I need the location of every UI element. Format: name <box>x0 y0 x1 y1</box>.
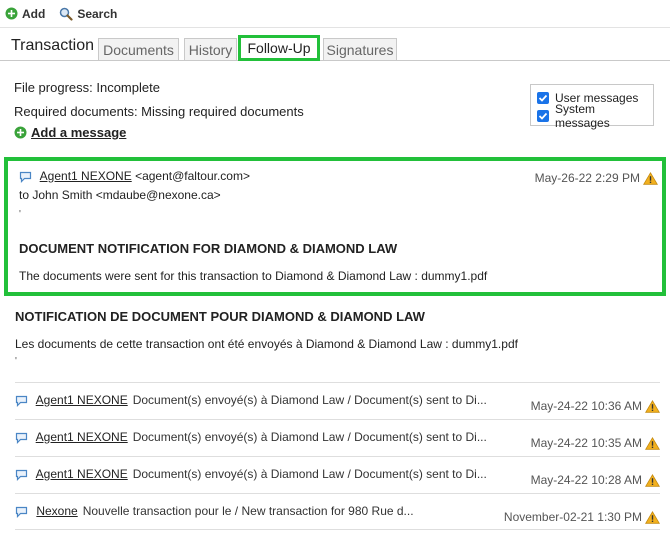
message-body-en: The documents were sent for this transac… <box>19 269 488 283</box>
message-recipient: John Smith <mdaube@nexone.ca> <box>32 188 221 202</box>
list-item-snippet: Document(s) envoyé(s) à Diamond Law / Do… <box>132 467 487 481</box>
add-icon <box>14 126 27 139</box>
list-item-summary: Nexone Nouvelle transaction pour le / New… <box>15 504 414 518</box>
search-icon <box>60 7 73 21</box>
message-date-text: May-26-22 2:29 PM <box>534 171 640 185</box>
quote-mark-end: ' <box>15 356 17 367</box>
list-item-date-text: May-24-22 10:35 AM <box>530 436 642 450</box>
tab-history[interactable]: History <box>184 38 237 60</box>
tab-divider <box>0 60 670 61</box>
checkbox-checked-icon[interactable] <box>537 92 549 104</box>
required-documents: Required documents: Missing required doc… <box>14 104 304 119</box>
checkbox-checked-icon[interactable] <box>537 110 549 122</box>
tab-follow-up[interactable]: Follow-Up <box>238 35 320 61</box>
warning-icon <box>645 473 660 487</box>
list-item-snippet: Nouvelle transaction pour le / New trans… <box>82 504 414 518</box>
message-body-fr: Les documents de cette transaction ont é… <box>15 337 518 351</box>
message-filter: User messages System messages <box>530 84 654 130</box>
toolbar: Add Search <box>0 0 670 28</box>
message-sender[interactable]: Agent1 NEXONE <box>40 169 132 183</box>
list-item-date: May-24-22 10:35 AM <box>531 436 660 450</box>
file-progress: File progress: Incomplete <box>14 80 160 95</box>
list-item-snippet: Document(s) envoyé(s) à Diamond Law / Do… <box>132 430 487 444</box>
message-sender-email: <agent@faltour.com> <box>135 169 250 183</box>
add-message-label: Add a message <box>31 125 127 140</box>
tab-bar: Transaction Documents History Follow-Up … <box>0 34 670 62</box>
list-item-sender[interactable]: Agent1 NEXONE <box>36 467 128 481</box>
search-label: Search <box>77 6 118 21</box>
message-bubble-icon <box>15 506 28 518</box>
list-item-sender[interactable]: Agent1 NEXONE <box>36 393 128 407</box>
quote-mark: ' <box>19 209 21 220</box>
list-item-date-text: May-24-22 10:28 AM <box>530 473 642 487</box>
message-bubble-icon <box>15 395 28 407</box>
to-label: to <box>19 188 30 202</box>
tab-documents[interactable]: Documents <box>98 38 179 60</box>
list-item-sender[interactable]: Nexone <box>36 504 77 518</box>
list-item[interactable]: Agent1 NEXONE Document(s) envoyé(s) à Dia… <box>15 456 660 493</box>
list-item-snippet: Document(s) envoyé(s) à Diamond Law / Do… <box>132 393 487 407</box>
search-button[interactable]: Search <box>59 7 117 21</box>
message-sender-line: Agent1 NEXONE <agent@faltour.com> <box>19 169 250 183</box>
list-item[interactable]: Agent1 NEXONE Document(s) envoyé(s) à Dia… <box>15 419 660 456</box>
warning-icon <box>645 436 660 450</box>
system-messages-filter[interactable]: System messages <box>537 102 653 130</box>
warning-icon <box>643 171 658 185</box>
message-subject-en: DOCUMENT NOTIFICATION FOR DIAMOND & DIAM… <box>19 241 398 256</box>
tab-signatures[interactable]: Signatures <box>323 38 397 60</box>
warning-icon <box>645 399 660 413</box>
expanded-message: Agent1 NEXONE <agent@faltour.com> to Joh… <box>4 157 666 296</box>
message-bubble-icon <box>15 432 28 444</box>
warning-icon <box>645 510 660 524</box>
list-item-summary: Agent1 NEXONE Document(s) envoyé(s) à Dia… <box>15 393 487 407</box>
list-item-summary: Agent1 NEXONE Document(s) envoyé(s) à Dia… <box>15 467 487 481</box>
message-bubble-icon <box>15 469 28 481</box>
add-button[interactable]: Add <box>5 7 45 21</box>
add-icon <box>5 7 18 20</box>
list-item[interactable]: Nexone Nouvelle transaction pour le / New… <box>15 493 660 530</box>
message-bubble-icon <box>19 171 32 183</box>
list-item-date: May-24-22 10:28 AM <box>531 473 660 487</box>
add-message-link[interactable]: Add a message <box>14 125 126 140</box>
message-recipient-line: to John Smith <mdaube@nexone.ca> <box>19 188 221 202</box>
list-item-date-text: November-02-21 1:30 PM <box>503 510 642 524</box>
message-subject-fr: NOTIFICATION DE DOCUMENT POUR DIAMOND & … <box>15 309 425 324</box>
system-messages-label: System messages <box>555 102 610 130</box>
list-item-summary: Agent1 NEXONE Document(s) envoyé(s) à Dia… <box>15 430 487 444</box>
list-item-date: November-02-21 1:30 PM <box>504 510 660 524</box>
list-item-date-text: May-24-22 10:36 AM <box>530 399 642 413</box>
list-item[interactable]: Agent1 NEXONE Document(s) envoyé(s) à Dia… <box>15 382 660 419</box>
list-item-sender[interactable]: Agent1 NEXONE <box>36 430 128 444</box>
page-title: Transaction <box>11 37 94 54</box>
add-label: Add <box>22 6 46 21</box>
message-date: May-26-22 2:29 PM <box>535 171 658 185</box>
list-item-date: May-24-22 10:36 AM <box>531 399 660 413</box>
message-list: Agent1 NEXONE Document(s) envoyé(s) à Dia… <box>15 382 660 530</box>
